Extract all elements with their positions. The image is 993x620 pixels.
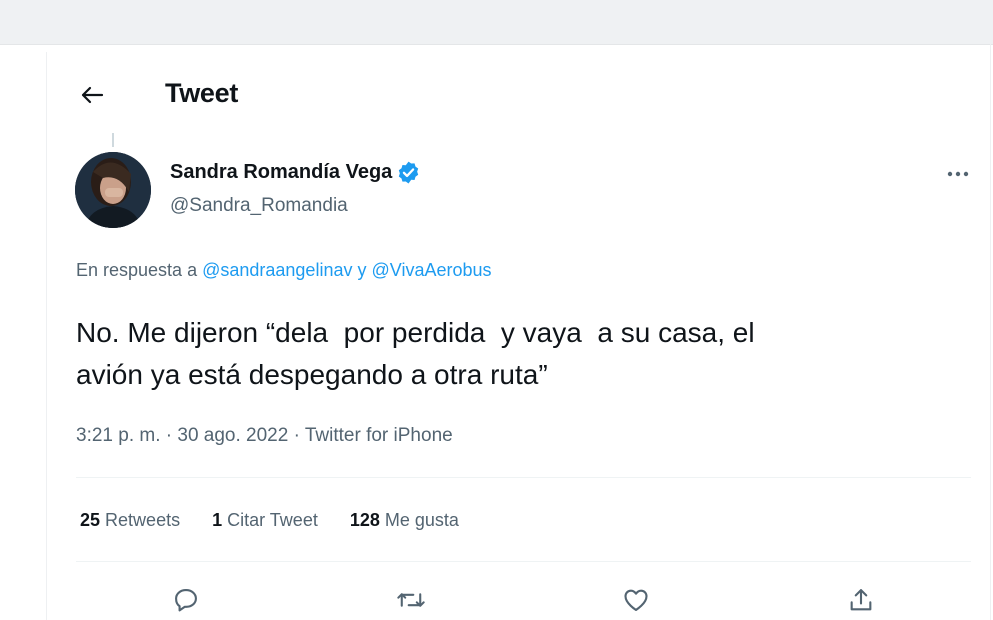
- arrow-left-icon: [81, 86, 104, 104]
- avatar-photo: [75, 152, 151, 228]
- likes-stat[interactable]: 128 Me gusta: [350, 510, 459, 531]
- reply-button[interactable]: [168, 582, 204, 618]
- retweet-button[interactable]: [393, 582, 429, 618]
- browser-top-bar: [0, 0, 993, 45]
- like-button[interactable]: [618, 582, 654, 618]
- action-bar: [0, 580, 993, 620]
- share-button[interactable]: [843, 582, 879, 618]
- mention-link-2[interactable]: @VivaAerobus: [372, 260, 492, 280]
- author-handle[interactable]: @Sandra_Romandia: [170, 195, 348, 217]
- tweet-text: No. Me dijeron “dela por perdida y vaya …: [76, 317, 755, 390]
- retweets-count: 25: [80, 510, 101, 530]
- thread-connector-line: [112, 133, 114, 147]
- avatar[interactable]: [75, 152, 151, 228]
- back-button[interactable]: [76, 80, 108, 110]
- column-border-right: [990, 44, 991, 620]
- quotes-stat[interactable]: 1 Citar Tweet: [212, 510, 318, 531]
- divider-bottom: [76, 561, 971, 562]
- divider-top: [76, 477, 971, 478]
- retweets-stat[interactable]: 25 Retweets: [80, 510, 180, 531]
- mention-link-1[interactable]: @sandraangelinav: [202, 260, 352, 280]
- more-dots-icon: [947, 171, 969, 177]
- like-icon: [624, 589, 648, 611]
- quotes-label: Citar Tweet: [227, 510, 318, 530]
- verified-badge-icon: [399, 161, 419, 184]
- reply-prefix: En respuesta a: [76, 260, 198, 280]
- page-title: Tweet: [165, 78, 239, 108]
- tweet-meta[interactable]: 3:21 p. m. · 30 ago. 2022 · Twitter for …: [76, 425, 453, 447]
- retweet-icon: [397, 593, 425, 607]
- more-options-button[interactable]: [942, 160, 974, 188]
- engagement-stats: 25 Retweets 1 Citar Tweet 128 Me gusta: [80, 510, 459, 531]
- reply-connector: y: [357, 260, 367, 280]
- author-name-text: Sandra Romandía Vega: [170, 161, 393, 183]
- likes-label: Me gusta: [384, 510, 459, 530]
- reply-context: En respuesta a @sandraangelinav y @VivaA…: [76, 260, 492, 281]
- share-icon: [850, 589, 872, 611]
- quotes-count: 1: [212, 510, 223, 530]
- column-border-left: [46, 52, 47, 620]
- author-display-name[interactable]: Sandra Romandía Vega: [170, 160, 421, 185]
- retweets-label: Retweets: [105, 510, 181, 530]
- likes-count: 128: [349, 510, 380, 530]
- reply-icon: [175, 589, 197, 612]
